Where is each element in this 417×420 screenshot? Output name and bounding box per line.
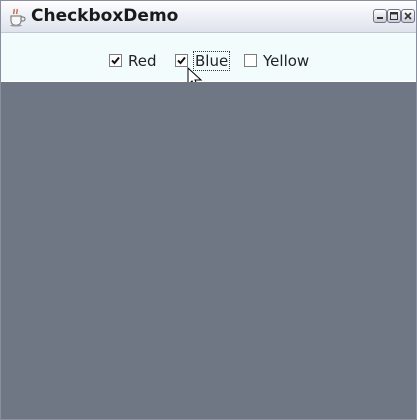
close-icon[interactable] [401,9,415,23]
java-cup-icon[interactable] [7,7,27,27]
window-title: CheckboxDemo [31,6,179,26]
checkbox-red-box[interactable] [109,54,122,67]
minimize-icon[interactable] [373,9,387,23]
checkbox-red[interactable]: Red [109,51,157,70]
checkbox-yellow[interactable]: Yellow [244,51,310,70]
checkbox-panel: Red Blue Yellow [1,33,416,89]
title-bar[interactable]: CheckboxDemo [1,1,416,33]
checkbox-blue-box[interactable] [175,54,188,67]
checkbox-red-label: Red [128,51,157,70]
color-canvas [1,82,416,419]
checkbox-yellow-label: Yellow [263,51,310,70]
checkbox-yellow-box[interactable] [244,54,257,67]
maximize-icon[interactable] [387,9,401,23]
app-window: CheckboxDemo Red Blue Yellow [0,0,417,420]
